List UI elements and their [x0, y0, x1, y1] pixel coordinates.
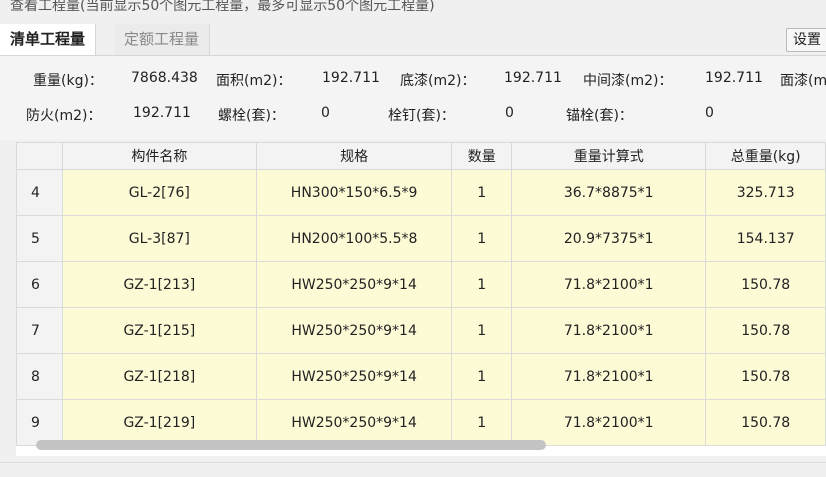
quantity-table-container: 构件名称 规格 数量 重量计算式 总重量(kg) 4 GL-2[76] HN30… — [16, 142, 826, 456]
component-name-cell[interactable]: GL-2[76] — [61, 169, 257, 216]
component-name-cell[interactable]: GZ-1[218] — [61, 353, 257, 400]
primer-value: 192.711 — [504, 70, 562, 86]
column-header-component-name[interactable]: 构件名称 — [61, 142, 257, 170]
spec-cell[interactable]: HW250*250*9*14 — [255, 399, 453, 446]
quantity-cell[interactable]: 1 — [451, 215, 513, 262]
table-row[interactable]: 5 GL-3[87] HN200*100*5.5*8 1 20.9*7375*1… — [16, 215, 826, 262]
fireproof-label: 防火(m2)： — [26, 108, 102, 124]
total-weight-cell[interactable]: 150.78 — [705, 353, 826, 400]
weight-formula-cell[interactable]: 71.8*2100*1 — [511, 399, 707, 446]
quantity-cell[interactable]: 1 — [451, 353, 513, 400]
weight-formula-cell[interactable]: 71.8*2100*1 — [511, 353, 707, 400]
bolt-label: 螺栓(套)： — [218, 108, 285, 124]
quantity-dialog: 查看工程量(当前显示50个图元工程量，最多可显示50个图元工程量) 清单工程量 … — [0, 0, 826, 477]
fireproof-value: 192.711 — [133, 105, 191, 121]
stud-label: 栓钉(套)： — [388, 108, 455, 124]
component-name-cell[interactable]: GL-3[87] — [61, 215, 257, 262]
column-header-total-weight[interactable]: 总重量(kg) — [705, 142, 826, 170]
weight-formula-cell[interactable]: 71.8*2100*1 — [511, 307, 707, 354]
component-name-cell[interactable]: GZ-1[215] — [61, 307, 257, 354]
total-weight-cell[interactable]: 150.78 — [705, 307, 826, 354]
area-label: 面积(m2)： — [216, 73, 292, 89]
total-weight-cell[interactable]: 150.78 — [705, 261, 826, 308]
table-header-row: 构件名称 规格 数量 重量计算式 总重量(kg) — [16, 142, 826, 170]
total-weight-cell[interactable]: 150.78 — [705, 399, 826, 446]
column-header-index — [16, 142, 63, 170]
spec-cell[interactable]: HW250*250*9*14 — [255, 353, 453, 400]
component-name-cell[interactable]: GZ-1[219] — [61, 399, 257, 446]
total-weight-cell[interactable]: 154.137 — [705, 215, 826, 262]
row-index: 7 — [16, 307, 63, 354]
spec-cell[interactable]: HW250*250*9*14 — [255, 261, 453, 308]
intermediate-coat-value: 192.711 — [705, 70, 763, 86]
column-header-quantity[interactable]: 数量 — [451, 142, 513, 170]
quantity-cell[interactable]: 1 — [451, 399, 513, 446]
horizontal-scrollbar-thumb[interactable] — [36, 440, 546, 450]
total-weight-cell[interactable]: 325.713 — [705, 169, 826, 216]
table-row[interactable]: 8 GZ-1[218] HW250*250*9*14 1 71.8*2100*1… — [16, 353, 826, 400]
dialog-title-bar[interactable]: 查看工程量(当前显示50个图元工程量，最多可显示50个图元工程量) — [0, 0, 826, 22]
anchor-bolt-label: 锚栓(套)： — [566, 108, 633, 124]
quantity-table: 构件名称 规格 数量 重量计算式 总重量(kg) 4 GL-2[76] HN30… — [16, 142, 826, 446]
settings-button[interactable]: 设置 — [786, 28, 826, 52]
stud-value: 0 — [505, 105, 514, 121]
dialog-title: 查看工程量(当前显示50个图元工程量，最多可显示50个图元工程量) — [10, 0, 435, 14]
area-value: 192.711 — [322, 70, 380, 86]
weight-value: 7868.438 — [131, 70, 198, 86]
topcoat-label: 面漆(m2)： — [780, 73, 826, 89]
row-index: 5 — [16, 215, 63, 262]
table-row[interactable]: 9 GZ-1[219] HW250*250*9*14 1 71.8*2100*1… — [16, 399, 826, 446]
summary-panel: 重量(kg)： 7868.438 面积(m2)： 192.711 底漆(m2)：… — [0, 56, 826, 140]
bolt-value: 0 — [321, 105, 330, 121]
tab-bill-quantity[interactable]: 清单工程量 — [0, 24, 97, 55]
spec-cell[interactable]: HN200*100*5.5*8 — [255, 215, 453, 262]
table-row[interactable]: 7 GZ-1[215] HW250*250*9*14 1 71.8*2100*1… — [16, 307, 826, 354]
tab-bar: 清单工程量 定额工程量 设置 — [0, 24, 826, 56]
summary-row-2: 防火(m2)： 192.711 螺栓(套)： 0 栓钉(套)： 0 锚栓(套)：… — [0, 105, 826, 129]
summary-row-1: 重量(kg)： 7868.438 面积(m2)： 192.711 底漆(m2)：… — [0, 70, 826, 94]
table-row[interactable]: 4 GL-2[76] HN300*150*6.5*9 1 36.7*8875*1… — [16, 169, 826, 216]
quantity-cell[interactable]: 1 — [451, 261, 513, 308]
primer-label: 底漆(m2)： — [400, 73, 476, 89]
column-header-spec[interactable]: 规格 — [255, 142, 453, 170]
weight-formula-cell[interactable]: 20.9*7375*1 — [511, 215, 707, 262]
quantity-cell[interactable]: 1 — [451, 307, 513, 354]
spec-cell[interactable]: HW250*250*9*14 — [255, 307, 453, 354]
weight-formula-cell[interactable]: 36.7*8875*1 — [511, 169, 707, 216]
row-index: 6 — [16, 261, 63, 308]
component-name-cell[interactable]: GZ-1[213] — [61, 261, 257, 308]
tab-quota-quantity[interactable]: 定额工程量 — [114, 24, 211, 55]
column-header-weight-formula[interactable]: 重量计算式 — [511, 142, 707, 170]
row-index: 4 — [16, 169, 63, 216]
bottom-divider — [0, 462, 826, 463]
row-index: 8 — [16, 353, 63, 400]
anchor-bolt-value: 0 — [705, 105, 714, 121]
weight-formula-cell[interactable]: 71.8*2100*1 — [511, 261, 707, 308]
weight-label: 重量(kg)： — [33, 73, 103, 89]
quantity-cell[interactable]: 1 — [451, 169, 513, 216]
table-row[interactable]: 6 GZ-1[213] HW250*250*9*14 1 71.8*2100*1… — [16, 261, 826, 308]
spec-cell[interactable]: HN300*150*6.5*9 — [255, 169, 453, 216]
intermediate-coat-label: 中间漆(m2)： — [583, 73, 673, 89]
row-index: 9 — [16, 399, 63, 446]
